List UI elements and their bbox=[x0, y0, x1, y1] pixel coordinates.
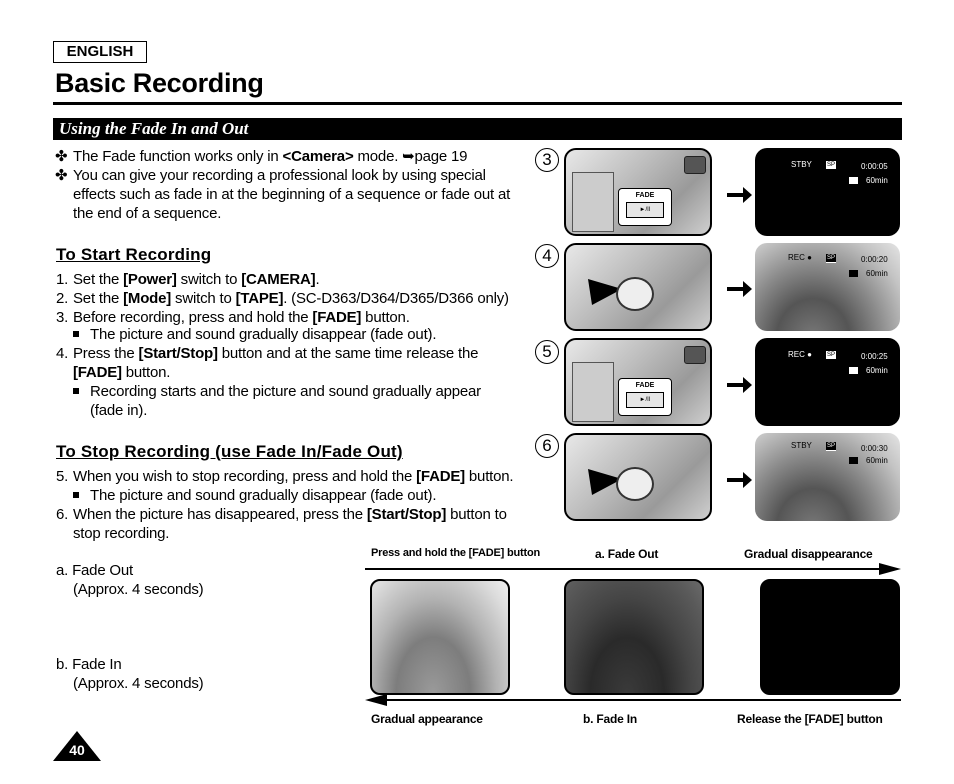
fade-in-timeline-arrow-icon bbox=[365, 694, 901, 706]
step-1: 1. Set the [Power] switch to [CAMERA]. bbox=[56, 271, 320, 288]
fading-picture-frame bbox=[564, 579, 704, 695]
square-bullet-icon bbox=[73, 388, 79, 394]
lcd-screen-step-3: STBY SP 0:00:05 60min bbox=[755, 148, 900, 236]
camcorder-start-stop-illustration bbox=[564, 243, 712, 331]
osd-tape-speed: SP bbox=[826, 161, 837, 170]
osd-status: REC ● bbox=[788, 253, 812, 262]
osd-remaining-time: 60min bbox=[866, 366, 888, 375]
intro-bullet: ✤ The Fade function works only in <Camer… bbox=[55, 148, 468, 165]
black-picture-frame bbox=[760, 579, 900, 695]
right-arrow-icon bbox=[727, 472, 752, 488]
step-5-note: The picture and sound gradually disappea… bbox=[73, 486, 436, 505]
timeline-bottom-label-2: b. Fade In bbox=[583, 712, 638, 726]
right-arrow-icon bbox=[727, 377, 752, 393]
timeline-top-label-1: Press and hold the [FADE] button bbox=[371, 547, 540, 559]
step-4-note: Recording starts and the picture and sou… bbox=[73, 382, 481, 420]
timeline-bottom-label-1: Gradual appearance bbox=[371, 712, 483, 726]
step-2: 2. Set the [Mode] switch to [TAPE]. (SC-… bbox=[56, 290, 509, 307]
bullet-mark-icon: ✤ bbox=[55, 148, 68, 165]
square-bullet-icon bbox=[73, 331, 79, 337]
osd-tape-speed: SP bbox=[826, 254, 837, 263]
osd-timecode: 0:00:05 bbox=[861, 162, 888, 171]
osd-status: STBY bbox=[791, 441, 812, 450]
page-number-badge: 40 bbox=[53, 731, 101, 761]
camcorder-fade-button-illustration: FADE ►/II bbox=[564, 338, 712, 426]
step-5-number: 5 bbox=[535, 340, 559, 364]
lcd-panel-illustration bbox=[572, 362, 614, 422]
timeline-bottom-label-3: Release the [FADE] button bbox=[737, 712, 883, 726]
step-6: 6. When the picture has disappeared, pre… bbox=[56, 506, 507, 542]
right-arrow-icon bbox=[727, 187, 752, 203]
step-6-number: 6 bbox=[535, 434, 559, 458]
right-arrow-icon bbox=[727, 281, 752, 297]
step-4: 4. Press the [Start/Stop] button and at … bbox=[56, 345, 479, 381]
step-3-note: The picture and sound gradually disappea… bbox=[73, 325, 436, 344]
step-3-number: 3 bbox=[535, 148, 559, 172]
osd-status: REC ● bbox=[788, 350, 812, 359]
play-pause-button-icon: ►/II bbox=[626, 202, 664, 218]
full-picture-frame bbox=[370, 579, 510, 695]
tape-cassette-icon bbox=[849, 270, 858, 277]
osd-status: STBY bbox=[791, 160, 812, 169]
timeline-top-label-2: a. Fade Out bbox=[595, 547, 659, 561]
play-pause-button-icon: ►/II bbox=[626, 392, 664, 408]
osd-tape-speed: SP bbox=[826, 442, 837, 451]
viewfinder-illustration bbox=[684, 346, 706, 364]
osd-remaining-time: 60min bbox=[866, 269, 888, 278]
title-divider bbox=[53, 102, 902, 105]
page-number: 40 bbox=[69, 742, 85, 758]
intro-bullet: ✤ You can give your recording a professi… bbox=[55, 167, 511, 222]
bullet-mark-icon: ✤ bbox=[55, 167, 68, 184]
camcorder-start-stop-illustration bbox=[564, 433, 712, 521]
lcd-screen-step-4: REC ● SP 0:00:20 60min bbox=[755, 243, 900, 331]
osd-timecode: 0:00:20 bbox=[861, 255, 888, 264]
osd-remaining-time: 60min bbox=[866, 456, 888, 465]
osd-tape-speed: SP bbox=[826, 351, 837, 360]
section-header-bar: Using the Fade In and Out bbox=[53, 118, 902, 140]
fade-button-callout: FADE ►/II bbox=[618, 378, 672, 416]
section-title: Using the Fade In and Out bbox=[59, 119, 249, 138]
mode-dial-illustration bbox=[616, 467, 654, 501]
osd-timecode: 0:00:25 bbox=[861, 352, 888, 361]
tape-cassette-icon bbox=[849, 367, 858, 374]
fade-in-note: b. Fade In (Approx. 4 seconds) bbox=[56, 656, 204, 692]
fade-button-callout: FADE ►/II bbox=[618, 188, 672, 226]
lcd-panel-illustration bbox=[572, 172, 614, 232]
step-4-number: 4 bbox=[535, 244, 559, 268]
osd-remaining-time: 60min bbox=[866, 176, 888, 185]
timeline-top-label-3: Gradual disappearance bbox=[744, 547, 873, 561]
lcd-screen-step-6: STBY SP 0:00:30 60min bbox=[755, 433, 900, 521]
square-bullet-icon bbox=[73, 492, 79, 498]
mode-dial-illustration bbox=[616, 277, 654, 311]
fade-out-note: a. Fade Out (Approx. 4 seconds) bbox=[56, 562, 204, 598]
fade-out-timeline-arrow-icon bbox=[365, 563, 901, 575]
camera-mode-term: <Camera> bbox=[282, 148, 354, 165]
stop-recording-heading: To Stop Recording (use Fade In/Fade Out) bbox=[56, 442, 403, 461]
viewfinder-illustration bbox=[684, 156, 706, 174]
start-recording-heading: To Start Recording bbox=[56, 245, 212, 264]
language-badge: ENGLISH bbox=[53, 41, 147, 63]
camcorder-fade-button-illustration: FADE ►/II bbox=[564, 148, 712, 236]
page-title: Basic Recording bbox=[55, 68, 264, 98]
tape-cassette-icon bbox=[849, 177, 858, 184]
osd-timecode: 0:00:30 bbox=[861, 444, 888, 453]
step-5: 5. When you wish to stop recording, pres… bbox=[56, 468, 514, 485]
lcd-screen-step-5: REC ● SP 0:00:25 60min bbox=[755, 338, 900, 426]
tape-cassette-icon bbox=[849, 457, 858, 464]
